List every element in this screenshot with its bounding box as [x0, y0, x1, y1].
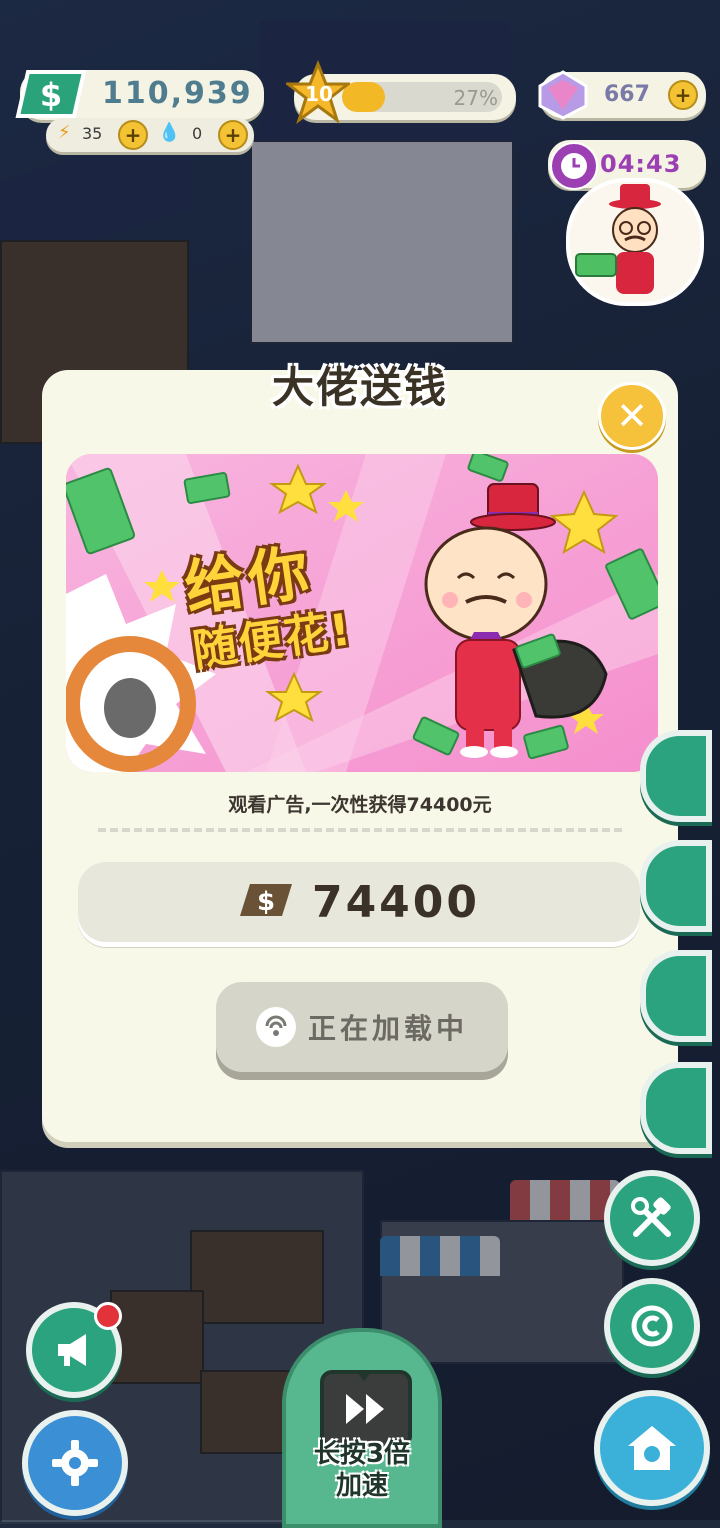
dashed-divider [98, 828, 622, 832]
settings-button[interactable] [22, 1410, 128, 1516]
level-progress[interactable]: 27% 10 [283, 59, 516, 124]
tycoon-avatar-button[interactable] [566, 178, 704, 306]
tools-icon [631, 1197, 671, 1237]
gem-value: 667 [604, 82, 650, 107]
watch-ad-button[interactable]: 正在加载中 [216, 982, 508, 1072]
copyright-icon [631, 1305, 673, 1347]
tycoon-avatar-icon [575, 184, 661, 294]
cash-value: 110,939 [102, 76, 253, 111]
megaphone-icon [58, 1334, 86, 1366]
dialog-title: 大佬送钱 [271, 363, 448, 412]
speed-up-button[interactable]: 长按3倍 加速 [282, 1328, 442, 1528]
side-button-hidden[interactable] [640, 840, 712, 932]
loading-label: 正在加载中 [307, 1012, 468, 1045]
add-gems-button[interactable]: + [668, 80, 698, 110]
cash-counter[interactable]: $ 110,939 [15, 70, 264, 120]
side-button-hidden[interactable] [640, 730, 712, 822]
notification-badge [94, 1302, 122, 1330]
loading-icon [255, 1007, 296, 1047]
home-button[interactable] [594, 1390, 710, 1506]
banner-illustration [66, 454, 658, 772]
cash-icon: $ [14, 66, 88, 122]
gem-counter[interactable]: 667 + [538, 70, 706, 120]
add-energy-button[interactable]: + [118, 120, 148, 150]
build-tools-button[interactable] [604, 1170, 700, 1266]
level-number: 10 [305, 82, 333, 106]
reward-amount: 74400 [311, 876, 481, 928]
close-icon: ✕ [616, 394, 648, 438]
gem-icon [536, 68, 590, 122]
cash-icon: $ [238, 880, 294, 924]
resource-bar: ⚡ 35 + 💧 0 + [46, 118, 254, 152]
home-icon [628, 1426, 676, 1470]
level-progress-label: 27% [453, 86, 498, 110]
side-button-hidden[interactable] [640, 1062, 712, 1154]
promo-banner: 给你 随便花! [66, 454, 658, 772]
gear-icon [52, 1440, 98, 1486]
close-button[interactable]: ✕ [598, 382, 666, 450]
reward-description: 观看广告,一次性获得74400元 [228, 794, 492, 816]
announcement-button[interactable] [26, 1302, 122, 1398]
water-value: 0 [192, 124, 203, 143]
side-button-hidden[interactable] [640, 950, 712, 1042]
energy-icon: ⚡ [58, 122, 71, 143]
tv-fast-forward-icon [320, 1360, 412, 1448]
reward-display: $ 74400 [78, 862, 640, 942]
add-water-button[interactable]: + [218, 120, 248, 150]
copyright-button[interactable] [604, 1278, 700, 1374]
timer-value: 04:43 [600, 150, 682, 178]
svg-text:$: $ [257, 887, 275, 917]
water-drop-icon: 💧 [158, 122, 181, 143]
speed-up-label-line1: 长按3倍 [313, 1439, 411, 1469]
energy-value: 35 [82, 124, 103, 143]
gift-dialog: 大佬送钱 ✕ 给你 随便花! 观看广告,一次性获得74400元 $ 74400 … [42, 363, 678, 1142]
speed-up-label-line2: 加速 [335, 1471, 388, 1501]
svg-text:$: $ [40, 76, 62, 114]
